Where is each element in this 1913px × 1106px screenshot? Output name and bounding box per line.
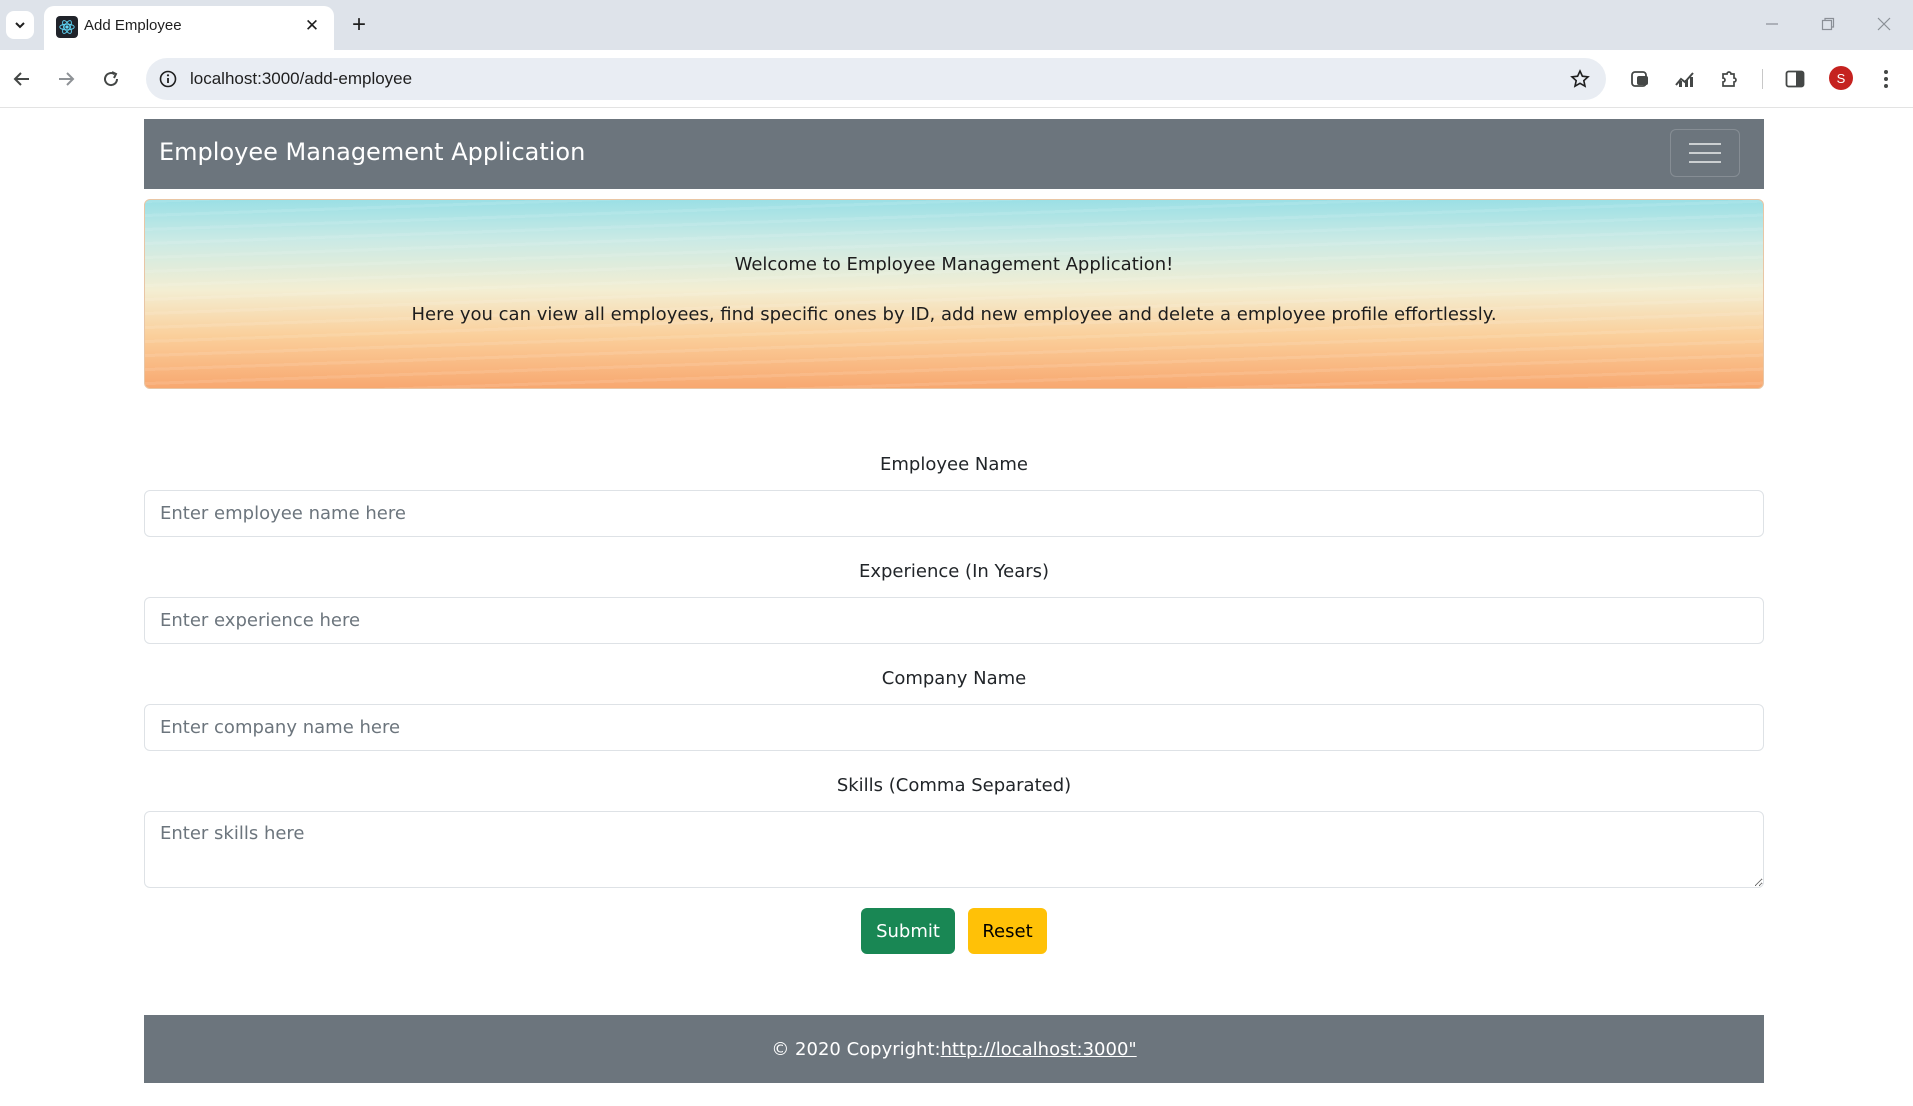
navbar-toggler-button[interactable] xyxy=(1670,129,1740,177)
experience-label: Experience (In Years) xyxy=(858,561,1050,582)
hamburger-icon-bar-3 xyxy=(1689,161,1721,163)
footer-link[interactable]: http://localhost:3000" xyxy=(941,1039,1137,1060)
hamburger-icon-bar-1 xyxy=(1689,143,1721,145)
banner-background-image xyxy=(145,200,1763,388)
forward-arrow-icon[interactable] xyxy=(50,63,82,95)
employee-name-input[interactable] xyxy=(144,490,1764,537)
puzzle-icon[interactable] xyxy=(1713,63,1745,95)
url-text: localhost:3000/add-employee xyxy=(190,69,413,88)
app-footer: © 2020 Copyright: http://localhost:3000" xyxy=(144,1015,1764,1083)
new-tab-button[interactable]: + xyxy=(344,11,374,39)
reset-button[interactable]: Reset xyxy=(968,908,1047,954)
browser-tab-active[interactable]: Add Employee ✕ xyxy=(44,6,334,50)
restore-icon[interactable] xyxy=(1808,8,1848,40)
company-name-label: Company Name xyxy=(881,668,1027,689)
kebab-menu-icon[interactable] xyxy=(1870,63,1902,95)
browser-tab-bar: Add Employee ✕ + xyxy=(0,0,1913,50)
browser-toolbar: localhost:3000/add-employee xyxy=(0,50,1913,108)
bookmark-star-icon[interactable] xyxy=(1568,67,1592,91)
react-favicon-icon xyxy=(56,16,78,38)
banner-welcome-text: Welcome to Employee Management Applicati… xyxy=(734,254,1174,275)
profile-avatar[interactable]: S xyxy=(1829,66,1853,90)
experience-input[interactable] xyxy=(144,597,1764,644)
welcome-banner: Welcome to Employee Management Applicati… xyxy=(144,199,1764,389)
back-arrow-icon[interactable] xyxy=(6,63,38,95)
app-navbar: Employee Management Application xyxy=(144,119,1764,189)
footer-copyright-text: © 2020 Copyright: xyxy=(771,1038,941,1060)
extension-icon[interactable] xyxy=(1624,63,1656,95)
company-name-input[interactable] xyxy=(144,704,1764,751)
reload-icon[interactable] xyxy=(95,63,127,95)
site-info-icon[interactable] xyxy=(156,67,180,91)
tab-close-icon[interactable]: ✕ xyxy=(300,14,324,38)
banner-description-text: Here you can view all employees, find sp… xyxy=(411,304,1497,325)
toolbar-divider xyxy=(1762,69,1763,89)
tab-title: Add Employee xyxy=(84,17,182,34)
submit-button[interactable]: Submit xyxy=(861,908,955,954)
tab-search-icon[interactable] xyxy=(6,11,34,39)
employee-name-label: Employee Name xyxy=(880,454,1028,475)
skills-label: Skills (Comma Separated) xyxy=(836,775,1072,796)
hamburger-icon-bar-2 xyxy=(1689,152,1721,154)
metrics-extension-icon[interactable] xyxy=(1669,63,1701,95)
skills-textarea[interactable] xyxy=(144,811,1764,888)
address-bar[interactable]: localhost:3000/add-employee xyxy=(146,58,1606,100)
page-viewport: Employee Management Application Welcome … xyxy=(0,109,1913,1106)
minimize-icon[interactable] xyxy=(1752,8,1792,40)
navbar-brand[interactable]: Employee Management Application xyxy=(159,138,585,166)
side-panel-icon[interactable] xyxy=(1779,63,1811,95)
close-window-icon[interactable] xyxy=(1864,8,1904,40)
